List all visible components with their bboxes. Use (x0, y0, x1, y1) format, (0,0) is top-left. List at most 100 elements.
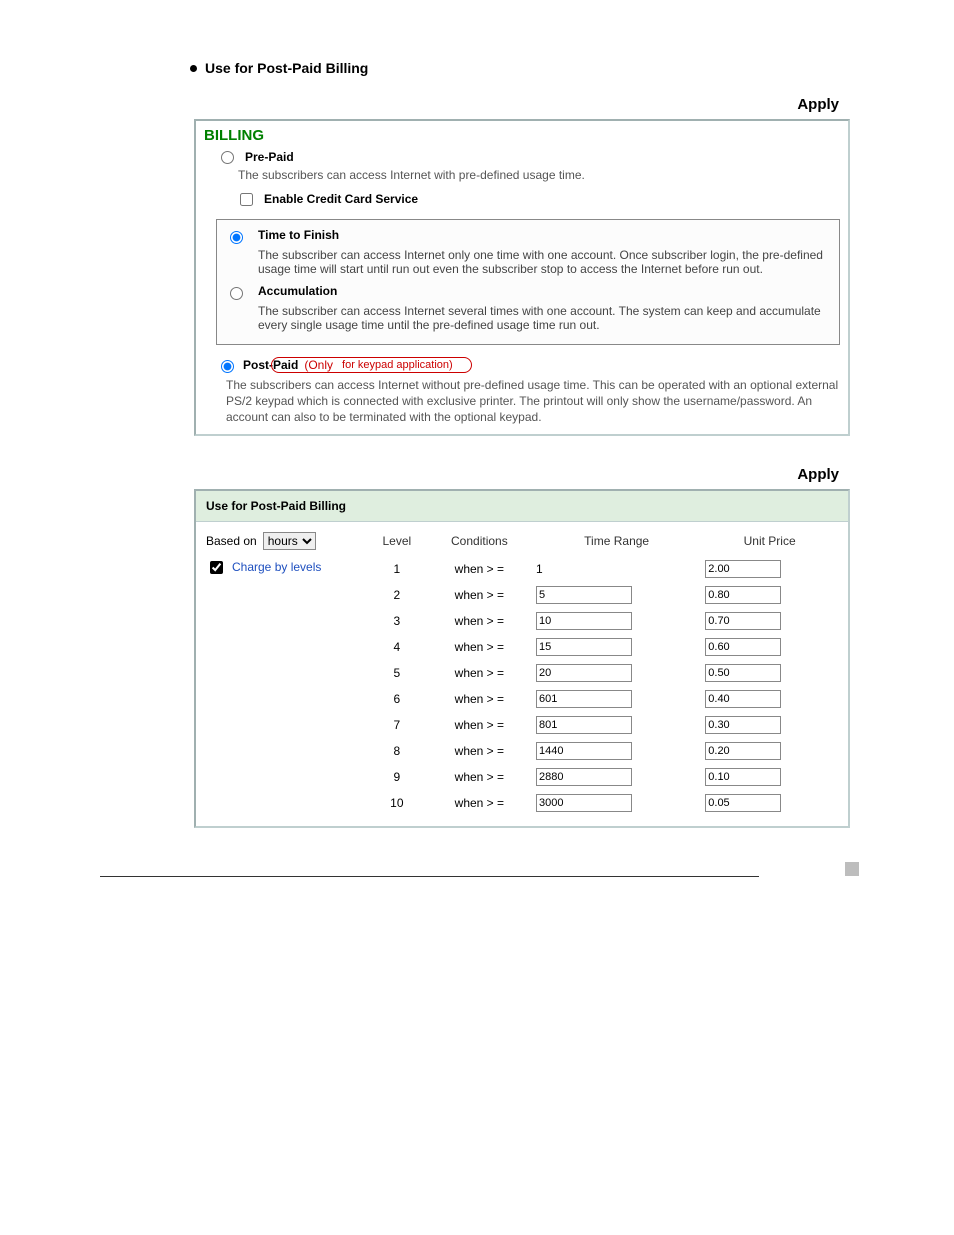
table-row: 1when > =1 (367, 556, 838, 582)
timerange-input[interactable] (536, 690, 632, 708)
level-cell: 5 (367, 660, 427, 686)
unitprice-cell (701, 660, 838, 686)
timerange-cell (532, 608, 701, 634)
billing-title: BILLING (196, 121, 848, 146)
postpaid-billing-panel: Use for Post-Paid Billing Based on hours… (194, 489, 850, 828)
table-row: 5when > = (367, 660, 838, 686)
timerange-cell (532, 712, 701, 738)
timerange-input[interactable] (536, 664, 632, 682)
enable-cc-label: Enable Credit Card Service (264, 192, 418, 206)
condition-cell: when > = (427, 634, 532, 660)
postpaid-row: Post-Paid (Only for keypad application) (196, 351, 848, 375)
unitprice-cell (701, 556, 838, 582)
th-level: Level (367, 528, 427, 556)
unitprice-cell (701, 764, 838, 790)
level-cell: 10 (367, 790, 427, 816)
unitprice-input[interactable] (705, 690, 781, 708)
condition-cell: when > = (427, 764, 532, 790)
unitprice-cell (701, 608, 838, 634)
table-row: 6when > = (367, 686, 838, 712)
condition-cell: when > = (427, 790, 532, 816)
enable-cc-checkbox[interactable] (240, 193, 253, 206)
unitprice-input[interactable] (705, 716, 781, 734)
timerange-cell (532, 790, 701, 816)
table-row: 9when > = (367, 764, 838, 790)
enable-cc-row: Enable Credit Card Service (196, 188, 848, 213)
apply-label-2[interactable]: Apply (190, 466, 854, 483)
timerange-input[interactable] (536, 612, 632, 630)
level-cell: 8 (367, 738, 427, 764)
charge-by-levels-checkbox[interactable] (210, 561, 223, 574)
apply-label-1[interactable]: Apply (190, 96, 854, 113)
condition-cell: when > = (427, 660, 532, 686)
condition-cell: when > = (427, 608, 532, 634)
unitprice-cell (701, 582, 838, 608)
timerange-cell (532, 634, 701, 660)
charge-by-levels-row: Charge by levels (206, 558, 361, 577)
time-to-finish-radio[interactable] (230, 231, 243, 244)
table-row: 2when > = (367, 582, 838, 608)
condition-cell: when > = (427, 582, 532, 608)
postpaid-billing-title: Use for Post-Paid Billing (196, 491, 848, 522)
based-on-select[interactable]: hours (263, 532, 316, 550)
condition-cell: when > = (427, 556, 532, 582)
time-to-finish-block: Time to Finish The subscriber can access… (225, 224, 831, 280)
level-cell: 1 (367, 556, 427, 582)
unitprice-input[interactable] (705, 794, 781, 812)
unitprice-input[interactable] (705, 586, 781, 604)
accumulation-radio[interactable] (230, 287, 243, 300)
level-cell: 4 (367, 634, 427, 660)
prepaid-options-box: Time to Finish The subscriber can access… (216, 219, 840, 345)
condition-cell: when > = (427, 712, 532, 738)
timerange-cell (532, 738, 701, 764)
timerange-cell (532, 582, 701, 608)
table-row: 4when > = (367, 634, 838, 660)
prepaid-row: Pre-Paid (196, 146, 848, 168)
condition-cell: when > = (427, 686, 532, 712)
accumulation-block: Accumulation The subscriber can access I… (225, 280, 831, 336)
timerange-input[interactable] (536, 586, 632, 604)
table-row: 7when > = (367, 712, 838, 738)
table-row: 3when > = (367, 608, 838, 634)
levels-table: Level Conditions Time Range Unit Price 1… (367, 528, 838, 816)
heading-text: Use for Post-Paid Billing (205, 60, 368, 76)
section-heading: Use for Post-Paid Billing (190, 60, 854, 76)
level-cell: 9 (367, 764, 427, 790)
unitprice-cell (701, 634, 838, 660)
th-conditions: Conditions (427, 528, 532, 556)
level-cell: 7 (367, 712, 427, 738)
table-row: 8when > = (367, 738, 838, 764)
unitprice-cell (701, 738, 838, 764)
postpaid-desc: The subscribers can access Internet with… (196, 375, 848, 434)
unitprice-cell (701, 686, 838, 712)
time-to-finish-desc: The subscriber can access Internet only … (258, 248, 831, 276)
timerange-input[interactable] (536, 768, 632, 786)
timerange-input[interactable] (536, 794, 632, 812)
postpaid-radio[interactable] (221, 360, 234, 373)
unitprice-input[interactable] (705, 768, 781, 786)
timerange-cell: 1 (532, 556, 701, 582)
prepaid-desc: The subscribers can access Internet with… (196, 168, 848, 188)
timerange-input[interactable] (536, 638, 632, 656)
timerange-cell (532, 660, 701, 686)
level-cell: 6 (367, 686, 427, 712)
unitprice-input[interactable] (705, 638, 781, 656)
time-to-finish-title: Time to Finish (258, 228, 831, 242)
condition-cell: when > = (427, 738, 532, 764)
prepaid-radio[interactable] (221, 151, 234, 164)
billing-panel: BILLING Pre-Paid The subscribers can acc… (194, 119, 850, 436)
timerange-input[interactable] (536, 742, 632, 760)
unitprice-input[interactable] (705, 742, 781, 760)
prepaid-label: Pre-Paid (245, 150, 294, 164)
table-row: 10when > = (367, 790, 838, 816)
unitprice-input[interactable] (705, 560, 781, 578)
th-unitprice: Unit Price (701, 528, 838, 556)
unitprice-cell (701, 712, 838, 738)
th-timerange: Time Range (532, 528, 701, 556)
unitprice-input[interactable] (705, 612, 781, 630)
accumulation-desc: The subscriber can access Internet sever… (258, 304, 831, 332)
postpaid-highlight: for keypad application) (271, 357, 472, 373)
timerange-cell (532, 764, 701, 790)
unitprice-input[interactable] (705, 664, 781, 682)
timerange-input[interactable] (536, 716, 632, 734)
